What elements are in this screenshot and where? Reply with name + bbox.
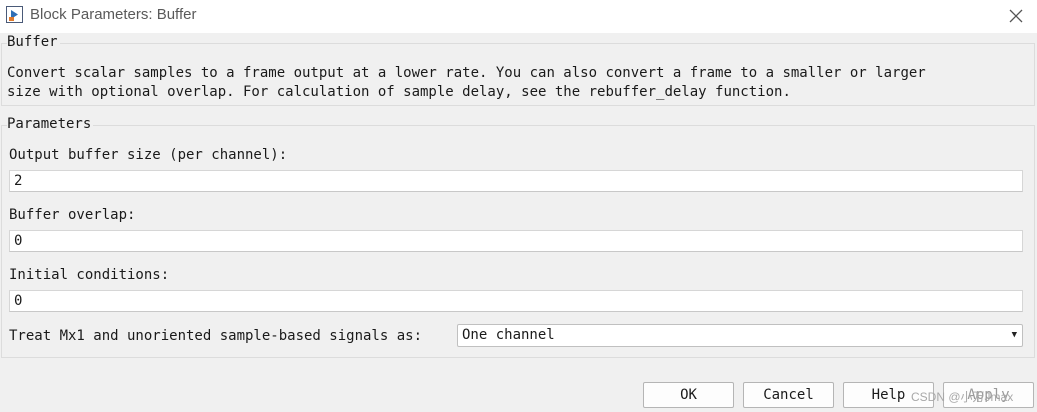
treat-signals-label: Treat Mx1 and unoriented sample-based si… <box>9 328 423 344</box>
csdn-watermark: CSDN @小万Jmax <box>911 390 1014 404</box>
close-icon[interactable] <box>1005 5 1027 27</box>
buffer-overlap-label: Buffer overlap: <box>9 207 136 223</box>
window-title: Block Parameters: Buffer <box>30 6 197 23</box>
output-buffer-size-input[interactable]: 2 <box>9 170 1023 192</box>
simulink-block-icon <box>6 6 23 23</box>
buffer-overlap-input[interactable]: 0 <box>9 230 1023 252</box>
initial-conditions-input[interactable]: 0 <box>9 290 1023 312</box>
treat-signals-selected: One channel <box>462 327 555 343</box>
cancel-button[interactable]: Cancel <box>743 382 834 408</box>
output-buffer-size-label: Output buffer size (per channel): <box>9 147 288 163</box>
block-name-heading: Buffer <box>7 34 60 50</box>
initial-conditions-label: Initial conditions: <box>9 267 170 283</box>
parameters-heading: Parameters <box>7 116 94 132</box>
block-description: Convert scalar samples to a frame output… <box>7 65 926 100</box>
treat-signals-dropdown[interactable]: One channel ▼ <box>457 324 1023 347</box>
title-bar: Block Parameters: Buffer <box>0 0 1037 33</box>
ok-button[interactable]: OK <box>643 382 734 408</box>
chevron-down-icon[interactable]: ▼ <box>1012 325 1017 346</box>
